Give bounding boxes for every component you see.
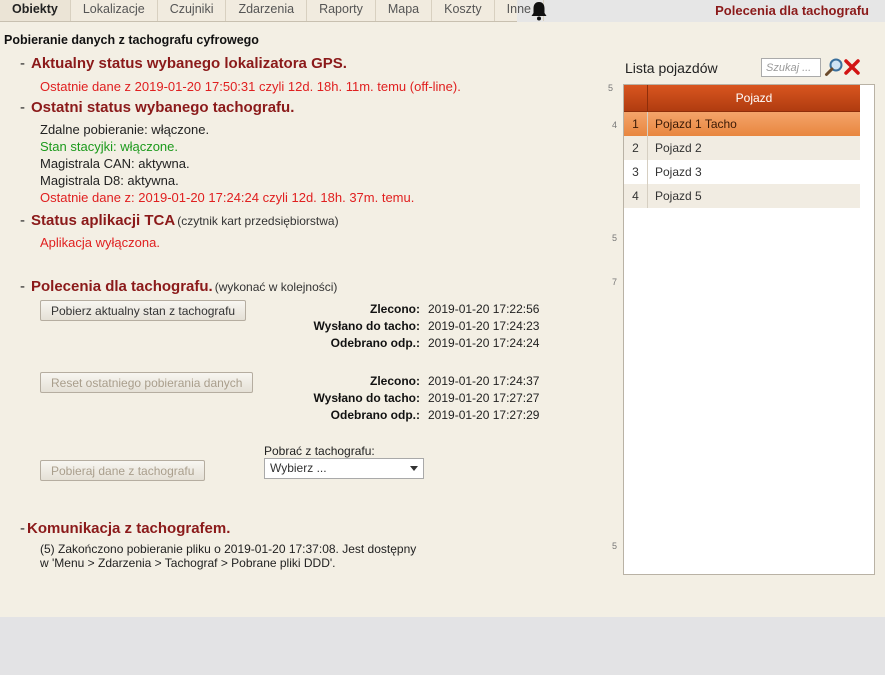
tca-status-title: Status aplikacji TCA <box>31 212 176 229</box>
get-current-state-button[interactable]: Pobierz aktualny stan z tachografu <box>40 300 247 321</box>
main-content: Pobieranie danych z tachografu cyfrowego… <box>0 22 885 617</box>
row-number-header <box>624 85 648 111</box>
top-navigation-bar: Obiekty Lokalizacje Czujniki Zdarzenia R… <box>0 0 885 22</box>
vehicle-row[interactable]: 2 Pojazd 2 <box>624 136 860 160</box>
cmd1-received: Odebrano odp.: 2019-01-20 17:24:24 <box>330 336 540 350</box>
download-type-value: Wybierz ... <box>270 461 327 475</box>
vehicle-column-header[interactable]: Pojazd <box>648 85 860 111</box>
vehicle-list-panel: Pojazd 1 Pojazd 1 Tacho 2 Pojazd 2 3 Poj… <box>623 84 875 575</box>
commands-title: Polecenia dla tachografu. <box>31 278 213 295</box>
page-title: Pobieranie danych z tachografu cyfrowego <box>4 33 259 47</box>
communication-title: Komunikacja z tachografem. <box>27 520 231 537</box>
tab-koszty[interactable]: Koszty <box>432 0 495 21</box>
red-x-icon[interactable] <box>843 58 861 76</box>
tacho-status-title: Ostatni status wybanego tachografu. <box>31 99 295 116</box>
gps-status-heading: - Aktualny status wybanego lokalizatora G… <box>20 55 347 72</box>
tca-app-status: Aplikacja wyłączona. <box>40 235 160 250</box>
magnifier-icon[interactable] <box>824 57 844 77</box>
download-type-select[interactable]: Wybierz ... <box>264 458 424 479</box>
vehicle-list-title: Lista pojazdów <box>625 60 718 76</box>
download-from-tacho-label: Pobrać z tachografu: <box>264 444 375 458</box>
communication-heading: - Komunikacja z tachografem. <box>20 520 231 537</box>
d8-bus-status: Magistrala D8: aktywna. <box>40 173 179 188</box>
side-number: 7 <box>612 277 618 287</box>
remote-download-status: Zdalne pobieranie: włączone. <box>40 122 210 137</box>
vehicle-row-number: 2 <box>624 136 648 160</box>
side-number: 5 <box>612 541 618 551</box>
cmd1-sent: Wysłano do tacho: 2019-01-20 17:24:23 <box>313 319 540 333</box>
tacho-last-data: Ostatnie dane z: 2019-01-20 17:24:24 czy… <box>40 190 415 205</box>
tca-status-heading: - Status aplikacji TCA (czytnik kart przed… <box>20 212 339 229</box>
vehicle-search-input[interactable] <box>761 58 821 77</box>
cmd1-ordered: Zlecono: 2019-01-20 17:22:56 <box>370 302 540 316</box>
tca-status-subtitle: (czytnik kart przedsiębiorstwa) <box>177 214 339 228</box>
tab-mapa[interactable]: Mapa <box>376 0 433 21</box>
vehicle-row-number: 1 <box>624 112 648 136</box>
communication-line-1: (5) Zakończono pobieranie pliku o 2019-0… <box>40 542 417 556</box>
communication-message: (5) Zakończono pobieranie pliku o 2019-0… <box>40 542 416 570</box>
can-bus-status: Magistrala CAN: aktywna. <box>40 156 190 171</box>
vehicle-row-number: 4 <box>624 184 648 208</box>
side-number: 5 <box>608 83 614 93</box>
vehicle-row-name: Pojazd 1 Tacho <box>655 117 737 131</box>
gps-status-title: Aktualny status wybanego lokalizatora GP… <box>31 55 347 72</box>
vehicle-row[interactable]: 4 Pojazd 5 <box>624 184 860 208</box>
chevron-down-icon <box>410 466 418 471</box>
side-number: 4 <box>612 120 618 130</box>
tab-obiekty[interactable]: Obiekty <box>0 0 71 21</box>
commands-heading: - Polecenia dla tachografu. (wykonać w kol… <box>20 278 338 295</box>
vehicle-row-name: Pojazd 5 <box>655 189 702 203</box>
vehicle-table-header: Pojazd <box>624 85 860 112</box>
cmd2-received: Odebrano odp.: 2019-01-20 17:27:29 <box>330 408 540 422</box>
vehicle-row-name: Pojazd 3 <box>655 165 702 179</box>
cmd2-ordered: Zlecono: 2019-01-20 17:24:37 <box>370 374 540 388</box>
page-heading: Polecenia dla tachografu <box>715 3 869 18</box>
tab-czujniki[interactable]: Czujniki <box>158 0 227 21</box>
tab-zdarzenia[interactable]: Zdarzenia <box>226 0 308 21</box>
side-number: 5 <box>612 233 618 243</box>
ignition-status: Stan stacyjki: włączone. <box>40 139 179 154</box>
main-menu-tabs: Obiekty Lokalizacje Czujniki Zdarzenia R… <box>0 0 544 22</box>
vehicle-row[interactable]: 3 Pojazd 3 <box>624 160 860 184</box>
tab-raporty[interactable]: Raporty <box>307 0 376 21</box>
vehicle-row-name: Pojazd 2 <box>655 141 702 155</box>
download-data-button[interactable]: Pobieraj dane z tachografu <box>40 460 206 481</box>
gps-last-data: Ostatnie dane z 2019-01-20 17:50:31 czyl… <box>40 79 461 94</box>
reset-last-download-button[interactable]: Reset ostatniego pobierania danych <box>40 372 254 393</box>
tab-lokalizacje[interactable]: Lokalizacje <box>71 0 158 21</box>
tacho-status-heading: - Ostatni status wybanego tachografu. <box>20 99 295 116</box>
bell-icon[interactable] <box>528 0 550 22</box>
commands-subtitle: (wykonać w kolejności) <box>214 280 338 294</box>
communication-line-2: w 'Menu > Zdarzenia > Tachograf > Pobran… <box>40 556 336 570</box>
cmd2-sent: Wysłano do tacho: 2019-01-20 17:27:27 <box>313 391 540 405</box>
bottom-bar <box>0 617 885 675</box>
vehicle-row[interactable]: 1 Pojazd 1 Tacho <box>624 112 860 136</box>
vehicle-row-number: 3 <box>624 160 648 184</box>
